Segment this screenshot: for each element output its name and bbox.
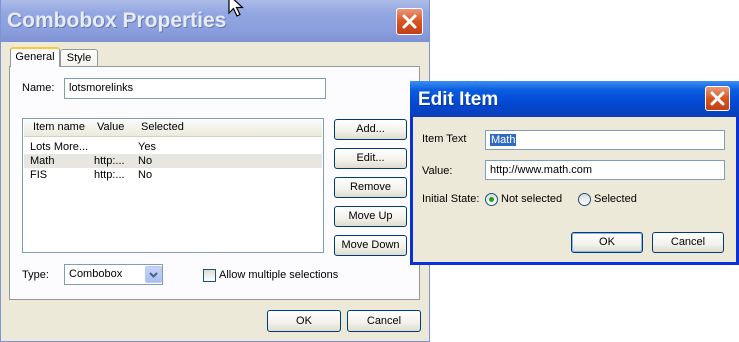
column-header-value[interactable]: Value bbox=[97, 121, 124, 133]
edit-button[interactable]: Edit... bbox=[334, 148, 407, 169]
value-input[interactable]: http://www.math.com bbox=[485, 160, 725, 180]
not-selected-radio[interactable] bbox=[485, 193, 498, 206]
tab-general[interactable]: General bbox=[10, 47, 60, 67]
radio-checked-dot bbox=[489, 197, 494, 202]
allow-multiple-checkbox[interactable] bbox=[203, 269, 216, 282]
item-name-cell: Lots More... bbox=[30, 141, 89, 153]
combobox-dialog-title: Combobox Properties bbox=[7, 9, 227, 32]
list-item[interactable]: FIS http:... No bbox=[24, 168, 322, 182]
type-select-value: Combobox bbox=[69, 268, 123, 280]
combobox-title-bar[interactable]: Combobox Properties bbox=[1, 0, 429, 42]
column-header-item-name[interactable]: Item name bbox=[33, 121, 85, 133]
allow-multiple-label: Allow multiple selections bbox=[219, 269, 339, 281]
tab-style[interactable]: Style bbox=[60, 49, 98, 67]
move-down-button[interactable]: Move Down bbox=[334, 235, 407, 256]
combobox-close-button[interactable] bbox=[396, 8, 423, 35]
edit-item-title-bar[interactable]: Edit Item bbox=[410, 81, 739, 117]
selected-radio[interactable] bbox=[578, 193, 591, 206]
combobox-cancel-button[interactable]: Cancel bbox=[347, 310, 421, 332]
type-select-arrow[interactable] bbox=[145, 266, 162, 283]
item-text-selected-value: Math bbox=[490, 134, 517, 146]
close-icon bbox=[402, 14, 417, 29]
edit-item-dialog: Edit Item Item Text Math Value: http://w… bbox=[410, 81, 739, 265]
mouse-cursor-icon bbox=[228, 0, 245, 17]
item-text-input[interactable]: Math bbox=[485, 130, 725, 150]
item-name-cell: Math bbox=[30, 155, 55, 167]
type-select[interactable]: Combobox bbox=[64, 264, 163, 285]
initial-state-label: Initial State: bbox=[422, 193, 480, 205]
items-list-header: Item name Value Selected bbox=[24, 120, 322, 137]
dropdown-arrow-icon bbox=[149, 272, 158, 278]
item-selected-cell: Yes bbox=[138, 141, 156, 153]
add-button[interactable]: Add... bbox=[334, 119, 407, 140]
remove-button[interactable]: Remove bbox=[334, 177, 407, 198]
edit-item-cancel-button[interactable]: Cancel bbox=[652, 232, 724, 253]
selected-label[interactable]: Selected bbox=[594, 193, 637, 205]
item-text-label: Item Text bbox=[422, 133, 467, 145]
combobox-ok-button[interactable]: OK bbox=[267, 310, 341, 332]
edit-item-dialog-title: Edit Item bbox=[418, 89, 499, 110]
tab-style-label: Style bbox=[66, 52, 92, 64]
name-label: Name: bbox=[22, 82, 55, 94]
item-selected-cell: No bbox=[138, 155, 153, 167]
combobox-properties-dialog: Combobox Properties General Style Name: … bbox=[0, 0, 430, 342]
list-item[interactable]: Math http:... No bbox=[24, 154, 322, 168]
list-item[interactable]: Lots More... Yes bbox=[24, 140, 322, 154]
type-label: Type: bbox=[22, 269, 49, 281]
not-selected-label[interactable]: Not selected bbox=[501, 193, 562, 205]
name-input[interactable]: lotsmorelinks bbox=[64, 78, 326, 99]
close-icon bbox=[710, 91, 725, 106]
edit-item-ok-button[interactable]: OK bbox=[571, 232, 643, 253]
column-header-selected[interactable]: Selected bbox=[141, 121, 184, 133]
move-up-button[interactable]: Move Up bbox=[334, 206, 407, 227]
general-tab-panel: Name: lotsmorelinks Item name Value Sele… bbox=[9, 66, 420, 300]
tab-general-label: General bbox=[15, 51, 55, 63]
item-value-cell: http:... bbox=[94, 155, 125, 167]
item-value-cell: http:... bbox=[94, 169, 125, 181]
value-label: Value: bbox=[422, 165, 453, 177]
item-selected-cell: No bbox=[138, 169, 153, 181]
item-name-cell: FIS bbox=[30, 169, 48, 181]
edit-item-close-button[interactable] bbox=[705, 86, 730, 111]
items-list[interactable]: Item name Value Selected Lots More... Ye… bbox=[22, 118, 324, 253]
